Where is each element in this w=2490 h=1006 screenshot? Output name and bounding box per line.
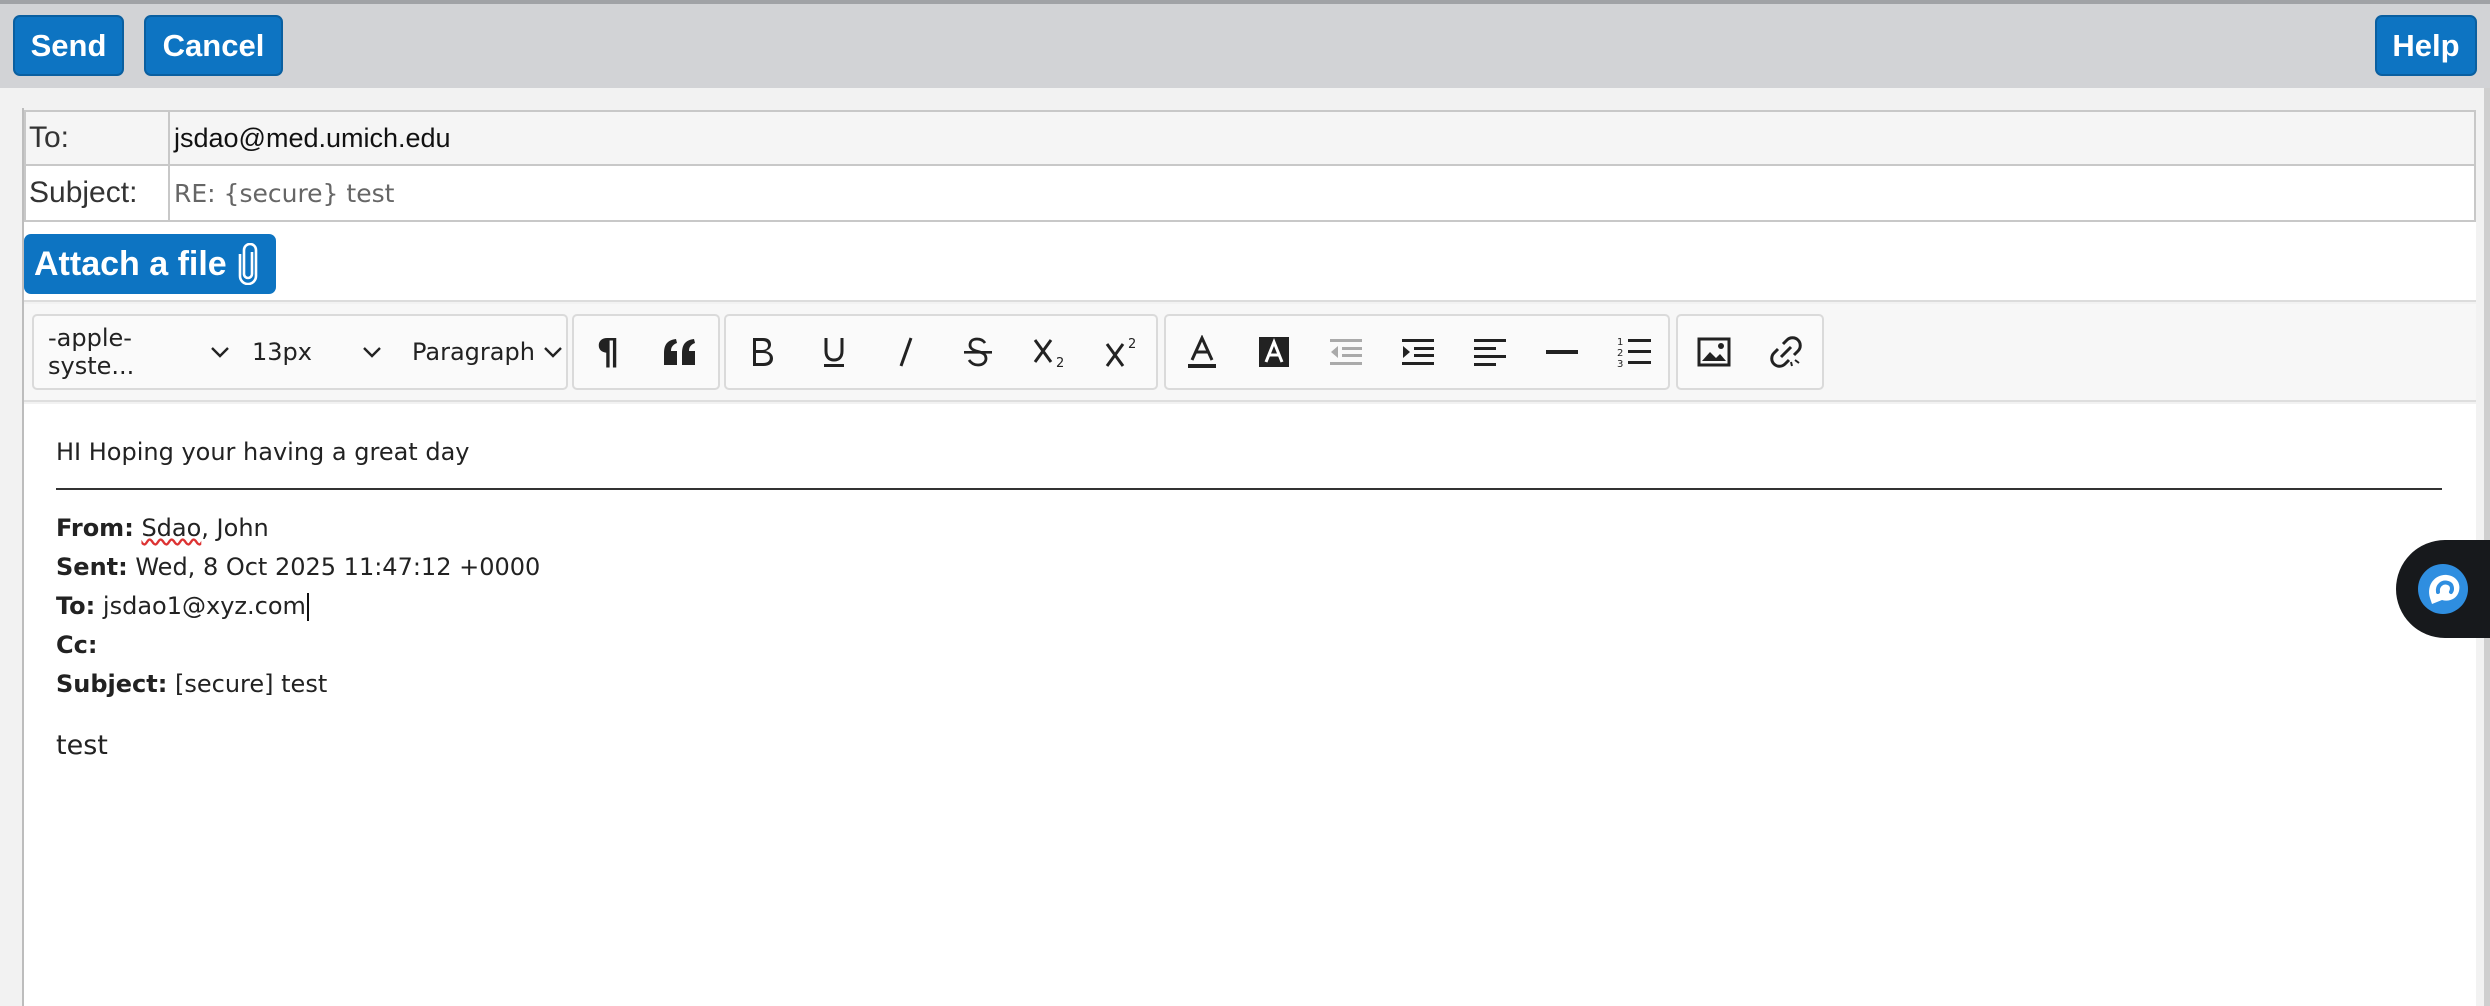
quoted-subject-value: [secure] test [175, 670, 328, 698]
to-value: jsdao@med.umich.edu [174, 122, 451, 153]
italic-button[interactable] [878, 318, 934, 386]
quoted-cc-label: Cc: [56, 631, 98, 659]
horizontal-rule-icon [1545, 348, 1579, 356]
quoted-sent-value: Wed, 8 Oct 2025 11:47:12 +0000 [135, 553, 541, 581]
subject-label: Subject: [26, 166, 170, 220]
quoted-body-text: test [56, 730, 108, 761]
bold-button[interactable] [734, 318, 790, 386]
bold-icon [748, 335, 776, 369]
chevron-down-icon [543, 346, 563, 358]
subscript-button[interactable]: 2 [1022, 318, 1078, 386]
quoted-from-line: From: Sdao, John [56, 514, 269, 542]
superscript-icon: 2 [1104, 335, 1140, 369]
quote-icon [662, 337, 698, 367]
to-field[interactable]: jsdao@med.umich.edu [172, 112, 2474, 164]
svg-text:3: 3 [1617, 359, 1623, 369]
quoted-from-surname: Sdao [141, 514, 202, 542]
chevron-down-icon [362, 346, 382, 358]
strikethrough-icon [962, 335, 994, 369]
font-size-select[interactable]: 13px [252, 318, 388, 386]
attach-file-label: Attach a file [34, 244, 227, 283]
unlink-button[interactable] [1758, 318, 1814, 386]
font-family-select[interactable]: -apple-syste... [48, 318, 230, 386]
cancel-button[interactable]: Cancel [144, 15, 283, 76]
strikethrough-button[interactable] [950, 318, 1006, 386]
highlight-color-button[interactable] [1246, 318, 1302, 386]
svg-text:2: 2 [1617, 348, 1623, 359]
chat-bubble-icon [2416, 562, 2470, 616]
quoted-from-label: From: [56, 514, 134, 542]
numbered-list-button[interactable]: 123 [1606, 318, 1662, 386]
attach-file-button[interactable]: Attach a file [24, 234, 276, 294]
quoted-to-line: To: jsdao1@xyz.com [56, 592, 309, 621]
quoted-cc-line: Cc: [56, 631, 97, 659]
align-left-icon [1473, 337, 1507, 367]
outdent-icon [1328, 337, 1364, 367]
unlink-icon [1769, 335, 1803, 369]
message-headers: To: jsdao@med.umich.edu Subject: RE: {se… [24, 110, 2476, 222]
blockquote-button[interactable] [652, 318, 708, 386]
subject-value: RE: {secure} test [174, 178, 395, 208]
block-format-select[interactable]: Paragraph [412, 318, 564, 386]
reply-text: HI Hoping your having a great day [56, 438, 470, 466]
action-bar [0, 0, 2490, 88]
send-button[interactable]: Send [13, 15, 124, 76]
chat-assistant-button[interactable] [2396, 540, 2490, 638]
chevron-down-icon [210, 346, 230, 358]
svg-text:1: 1 [1617, 337, 1623, 348]
paperclip-icon [237, 243, 259, 285]
indent-button[interactable] [1390, 318, 1446, 386]
quoted-sent-line: Sent: Wed, 8 Oct 2025 11:47:12 +0000 [56, 553, 540, 581]
subject-row: Subject: RE: {secure} test [26, 166, 2474, 220]
quote-separator [56, 488, 2442, 490]
help-button[interactable]: Help [2375, 15, 2477, 76]
message-body-editor[interactable] [24, 404, 2476, 1006]
underline-button[interactable] [806, 318, 862, 386]
paragraph-mark-button[interactable]: ¶ [580, 318, 636, 386]
horizontal-rule-button[interactable] [1534, 318, 1590, 386]
indent-icon [1400, 337, 1436, 367]
numbered-list-icon: 123 [1616, 335, 1652, 369]
insert-image-icon [1697, 337, 1731, 367]
quoted-subject-label: Subject: [56, 670, 168, 698]
svg-text:2: 2 [1128, 337, 1136, 352]
insert-image-button[interactable] [1686, 318, 1742, 386]
text-color-icon [1185, 335, 1219, 369]
font-family-value: -apple-syste... [48, 324, 135, 380]
pilcrow-icon: ¶ [596, 331, 620, 373]
subject-field[interactable]: RE: {secure} test [172, 166, 2474, 220]
underline-icon [820, 335, 848, 369]
quoted-to-value: jsdao1@xyz.com [102, 592, 306, 620]
quoted-sent-label: Sent: [56, 553, 128, 581]
quoted-from-given: , John [201, 514, 269, 542]
align-left-button[interactable] [1462, 318, 1518, 386]
italic-icon [894, 335, 918, 369]
to-label: To: [26, 112, 170, 164]
block-format-value: Paragraph [412, 338, 535, 366]
svg-text:2: 2 [1056, 356, 1064, 369]
outdent-button[interactable] [1318, 318, 1374, 386]
font-size-value: 13px [252, 338, 312, 366]
attachment-area: Attach a file [24, 222, 2476, 302]
to-row: To: jsdao@med.umich.edu [26, 112, 2474, 166]
quoted-to-label: To: [56, 592, 96, 620]
quoted-subject-line: Subject: [secure] test [56, 670, 327, 698]
highlight-color-icon [1258, 336, 1290, 368]
text-cursor [306, 593, 309, 621]
text-color-button[interactable] [1174, 318, 1230, 386]
superscript-button[interactable]: 2 [1094, 318, 1150, 386]
subscript-icon: 2 [1032, 335, 1068, 369]
